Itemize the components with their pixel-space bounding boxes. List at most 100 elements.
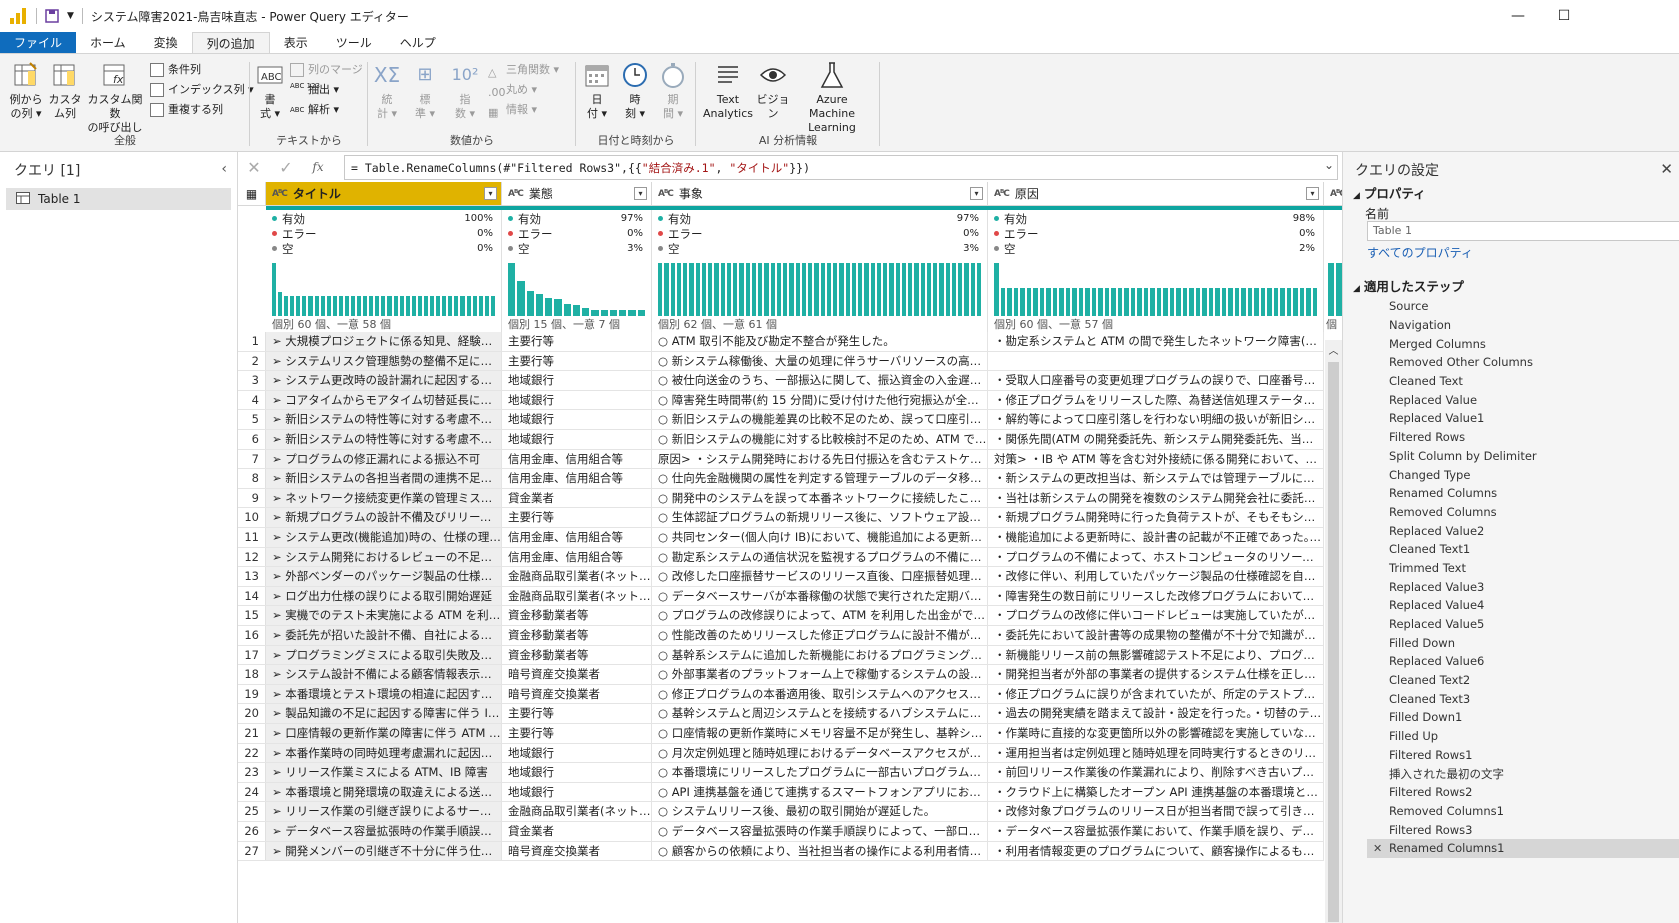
column-header-event[interactable]: AᴮC 事象 ▾	[652, 182, 988, 206]
table-cell[interactable]: ➢ ネットワーク接続変更作業の管理ミスによる...	[266, 488, 502, 508]
table-cell[interactable]: ・利用者情報変更のプログラムについて、顧客操作によるものと当社...	[988, 841, 1324, 861]
applied-step[interactable]: Cleaned Text3	[1367, 689, 1679, 708]
table-cell[interactable]: ・改修に伴い、利用していたパッケージ製品の仕様確認を自社でしか...	[988, 567, 1324, 586]
date-button[interactable]: 日 付 ▾	[580, 60, 614, 121]
applied-step[interactable]: Navigation✲	[1367, 316, 1679, 335]
table-cell[interactable]: ➢ 委託先が招いた設計不備、自社によるテス...	[266, 626, 502, 645]
table-cell[interactable]: ・受取人口座番号の変更処理プログラムの誤りで、口座番号相違と...	[988, 371, 1324, 390]
table-cell[interactable]: ○ 顧客からの依頼により、当社担当者の操作による利用者情報の変...	[652, 841, 988, 861]
applied-step[interactable]: Replaced Value6✲	[1367, 652, 1679, 671]
table-cell[interactable]: ➢ システム開発におけるレビューの不足による...	[266, 547, 502, 567]
expand-formula-chevron-icon[interactable]: ⌄	[1324, 158, 1334, 172]
applied-step[interactable]: Filled Down1	[1367, 708, 1679, 727]
collapse-chevron-icon[interactable]: ‹	[221, 161, 227, 177]
table-cell[interactable]: ・障害発生の数日前にリリースした改修プログラムにおいて、本来は...	[988, 586, 1324, 606]
save-icon[interactable]	[45, 9, 59, 23]
table-cell[interactable]: ➢ 外部ベンダーのパッケージ製品の仕様確認...	[266, 567, 502, 586]
table-cell[interactable]: ・前回リリース作業後の作業漏れにより、削除すべき古いプログラム...	[988, 763, 1324, 782]
applied-step[interactable]: Filtered Rows1✲	[1367, 746, 1679, 765]
table-cell[interactable]: 原因> ・システム開発時における先日付振込を含むテストケースが...	[652, 449, 988, 469]
table-cell[interactable]: ・機能追加による更新時に、設計書の記載が不正確であった。・更改...	[988, 528, 1324, 547]
table-cell[interactable]: ○ 開発中のシステムを誤って本番ネットワークに接続したことにより...	[652, 488, 988, 508]
commit-formula-icon[interactable]: ✓	[270, 158, 302, 177]
table-cell[interactable]: ➢ リリース作業の引継ぎ誤りによるサービス開...	[266, 802, 502, 821]
azure-ml-button[interactable]: Azure Machine Learning	[792, 60, 872, 135]
applied-step[interactable]: Renamed Columns✲	[1367, 484, 1679, 503]
table-row[interactable]: 21 ➢ 口座情報の更新作業の障害に伴う ATM の... 主要行等 ○ 口座情報の更…	[238, 724, 1324, 744]
table-cell[interactable]: ・運用担当者は定例処理と随時処理を同時実行するときのリスクを...	[988, 743, 1324, 763]
table-cell[interactable]: ○ 被仕向送金のうち、一部振込に関して、振込資金の入金遅延・仕...	[652, 371, 988, 390]
applied-step[interactable]: Removed Other Columns✲	[1367, 353, 1679, 372]
table-cell[interactable]: ➢ プログラミングミスによる取引失敗及びその...	[266, 645, 502, 665]
quick-access-dropdown-icon[interactable]: ▼	[67, 11, 74, 21]
table-row[interactable]: 4 ➢ コアタイムからモアタイム切替延長に伴う為... 地域銀行 ○ 障害発生時間帯(…	[238, 390, 1324, 411]
cancel-formula-icon[interactable]: ✕	[238, 158, 270, 177]
table-cell[interactable]: ○ 新旧システムの機能差異の比較不足のため、誤って口座引落しさ...	[652, 410, 988, 429]
table-cell[interactable]: 主要行等	[502, 508, 652, 527]
table-cell[interactable]: ・修正プログラムをリリースした際、為替送信処理ステータスがエラー...	[988, 390, 1324, 410]
table-row[interactable]: 27 ➢ 開発メンバーの引継ぎ不十分に伴う仕様の... 暗号資産交換業者 ○ 顧客から…	[238, 841, 1324, 862]
table-cell[interactable]: ○ 修正プログラムの本番適用後、取引システムへのアクセスが不可...	[652, 684, 988, 704]
applied-step[interactable]: Merged Columns✲	[1367, 334, 1679, 353]
custom-column-button[interactable]: カスタ ム列	[48, 60, 82, 121]
table-menu-icon[interactable]: ▦	[238, 182, 266, 206]
table-cell[interactable]: 信用金庫、信用組合等	[502, 469, 652, 488]
table-cell[interactable]: ・当社は新システムの開発を複数のシステム開発会社に委託して推...	[988, 488, 1324, 508]
table-row[interactable]: 16 ➢ 委託先が招いた設計不備、自社によるテス... 資金移動業者等 ○ 性能改善の…	[238, 626, 1324, 646]
applied-step[interactable]: Cleaned Text2	[1367, 671, 1679, 690]
table-cell[interactable]: ➢ 実機でのテスト未実施による ATM を利用し...	[266, 606, 502, 625]
table-cell[interactable]: ○ データベースサーバが本番稼働の状態で実行された定期バックアッ...	[652, 586, 988, 606]
table-cell[interactable]: ・勘定系システムと ATM の間で発生したネットワーク障害(障害に対...	[988, 332, 1324, 351]
applied-step[interactable]: Cleaned Text1	[1367, 540, 1679, 559]
table-cell[interactable]: 信用金庫、信用組合等	[502, 449, 652, 469]
table-cell[interactable]: ○ 生体認証プログラムの新規リリース後に、ソフトウェア設計に起因...	[652, 508, 988, 527]
column-header-title[interactable]: AᴮC タイトル ▾	[266, 182, 502, 206]
merge-columns-button[interactable]: 列のマージ	[290, 60, 363, 80]
table-cell[interactable]: ○ 性能改善のためリリースした修正プログラムに設計不備があり、送...	[652, 626, 988, 645]
table-cell[interactable]: 地域銀行	[502, 430, 652, 449]
table-cell[interactable]: ・新システムの更改担当は、新システムでは管理テーブルによる判...	[988, 469, 1324, 488]
table-cell[interactable]: 地域銀行	[502, 390, 652, 410]
table-row[interactable]: 6 ➢ 新旧システムの特性等に対する考慮不足に... 地域銀行 ○ 新旧システムの機能…	[238, 430, 1324, 450]
table-cell[interactable]: ○ システムリリース後、最初の取引開始が遅延した。	[652, 802, 988, 821]
applied-step[interactable]: Filtered Rows✲	[1367, 428, 1679, 447]
table-cell[interactable]: ➢ 本番作業時の同時処理考慮漏れに起因す...	[266, 743, 502, 763]
parse-button[interactable]: ABC 解析 ▾	[290, 100, 339, 120]
table-cell[interactable]: ➢ 大規模プロジェクトに係る知見、経験等の不...	[266, 332, 502, 351]
table-cell[interactable]: ・改修対象プログラムのリリース日が担当者間で誤って引き継がれリ...	[988, 802, 1324, 821]
table-cell[interactable]: ➢ 新旧システムの各担当者間の連携不足に...	[266, 469, 502, 488]
table-cell[interactable]: ・作業時に直接的な変更箇所以外の影響確認を実施していなかった...	[988, 724, 1324, 743]
table-row[interactable]: 15 ➢ 実機でのテスト未実施による ATM を利用し... 資金移動業者等 ○ プロ…	[238, 606, 1324, 626]
table-cell[interactable]: 主要行等	[502, 724, 652, 743]
insert-function-icon[interactable]: fx	[302, 160, 334, 174]
applied-step[interactable]: Trimmed Text	[1367, 559, 1679, 578]
vision-button[interactable]: ビジョ ン	[756, 60, 790, 121]
table-row[interactable]: 18 ➢ システム設計不備による顧客情報表示の誤り 暗号資産交換業者 ○ 外部事業者の…	[238, 665, 1324, 685]
vertical-scrollbar[interactable]: ︿	[1325, 340, 1342, 923]
table-row[interactable]: 2 ➢ システムリスク管理態勢の整備不足による... 主要行等 ○ 新システム稼働後、…	[238, 351, 1324, 372]
table-cell[interactable]: 金融商品取引業者(ネット証...	[502, 567, 652, 586]
table-cell[interactable]: 資金移動業者等	[502, 626, 652, 645]
table-cell[interactable]: ・修正プログラムに誤りが含まれていたが、所定のテストプロセスで...	[988, 684, 1324, 704]
formula-input[interactable]: = Table.RenameColumns(#"Filtered Rows3",…	[344, 155, 1338, 180]
column-header-cause[interactable]: AᴮC 原因 ▾	[988, 182, 1324, 206]
table-row[interactable]: 5 ➢ 新旧システムの特性等に対する考慮不足に... 地域銀行 ○ 新旧システムの機能…	[238, 410, 1324, 430]
table-cell[interactable]: 貸金業者	[502, 822, 652, 841]
table-cell[interactable]: 地域銀行	[502, 371, 652, 390]
tab-home[interactable]: ホーム	[76, 32, 140, 53]
table-cell[interactable]: ・クラウド上に構築したオープン API 連携基盤の本番環境と開発環境...	[988, 782, 1324, 802]
table-cell[interactable]: ○ API 連携基盤を通じて連携するスマートフォンアプリにおいて他行...	[652, 782, 988, 802]
table-cell[interactable]: 地域銀行	[502, 782, 652, 802]
applied-step[interactable]: Filled Up	[1367, 727, 1679, 746]
table-cell[interactable]: 主要行等	[502, 704, 652, 723]
table-cell[interactable]: 暗号資産交換業者	[502, 841, 652, 861]
table-cell[interactable]: 金融商品取引業者(ネット証...	[502, 586, 652, 606]
table-cell[interactable]: ○ 勘定系システムの通信状況を監視するプログラムの不備によって...	[652, 547, 988, 567]
table-cell[interactable]: 貸金業者	[502, 488, 652, 508]
table-cell[interactable]: ➢ 新規プログラムの設計不備及びリリース認...	[266, 508, 502, 527]
table-cell[interactable]: ➢ 新旧システムの特性等に対する考慮不足に...	[266, 410, 502, 429]
table-cell[interactable]: ○ 口座情報の更新作業時にメモリ容量不足が発生し、基幹システム...	[652, 724, 988, 743]
applied-step[interactable]: Changed Type	[1367, 465, 1679, 484]
applied-step[interactable]: Replaced Value5✲	[1367, 615, 1679, 634]
applied-step[interactable]: Replaced Value✲	[1367, 390, 1679, 409]
